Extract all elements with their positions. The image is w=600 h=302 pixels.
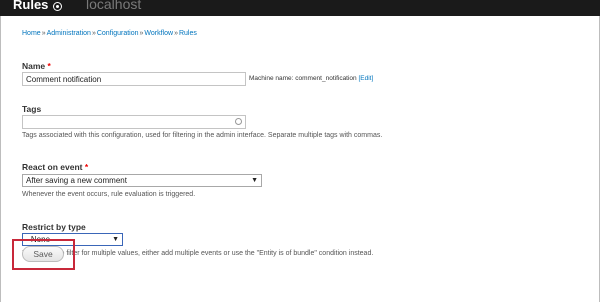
react-on-event-value: After saving a new comment [26, 176, 127, 185]
react-on-event-select[interactable]: After saving a new comment ▼ [22, 174, 262, 187]
dropdown-arrow-icon: ▼ [251, 177, 258, 184]
breadcrumb-separator: » [41, 30, 46, 37]
breadcrumb-separator: » [139, 30, 144, 37]
machine-name-edit-link[interactable]: [Edit] [358, 75, 373, 82]
tags-description: Tags associated with this configuration,… [22, 132, 383, 139]
breadcrumb: Home»Administration»Configuration»Workfl… [22, 30, 197, 37]
name-input[interactable]: Comment notification [22, 72, 246, 86]
host-label: localhost [86, 0, 142, 12]
admin-header: Rules localhost [0, 0, 600, 16]
autocomplete-throbber-icon [235, 118, 242, 125]
breadcrumb-configuration[interactable]: Configuration [97, 30, 139, 37]
breadcrumb-separator: » [91, 30, 96, 37]
name-label-text: Name [22, 61, 46, 71]
react-on-event-description: Whenever the event occurs, rule evaluati… [22, 191, 196, 198]
save-button[interactable]: Save [22, 246, 64, 262]
required-mark: * [84, 162, 89, 172]
breadcrumb-administration[interactable]: Administration [47, 30, 91, 37]
machine-name: Machine name: comment_notification [Edit… [249, 75, 373, 82]
breadcrumb-rules[interactable]: Rules [179, 30, 197, 37]
restrict-by-type-label: Restrict by type [22, 222, 86, 232]
page-title: Rules [13, 0, 49, 12]
shortcut-icon[interactable] [53, 2, 62, 11]
dropdown-arrow-icon: ▼ [112, 236, 119, 243]
breadcrumb-home[interactable]: Home [22, 30, 41, 37]
tags-label: Tags [22, 104, 42, 114]
react-on-event-label-text: React on event [22, 162, 83, 172]
required-mark: * [47, 61, 51, 71]
frame-border-left [0, 16, 1, 302]
name-label: Name * [22, 61, 51, 71]
react-on-event-label: React on event * [22, 162, 88, 172]
breadcrumb-separator: » [174, 30, 178, 37]
breadcrumb-workflow[interactable]: Workflow [144, 30, 173, 37]
tags-input[interactable] [22, 115, 246, 129]
machine-name-text: Machine name: comment_notification [249, 75, 357, 82]
